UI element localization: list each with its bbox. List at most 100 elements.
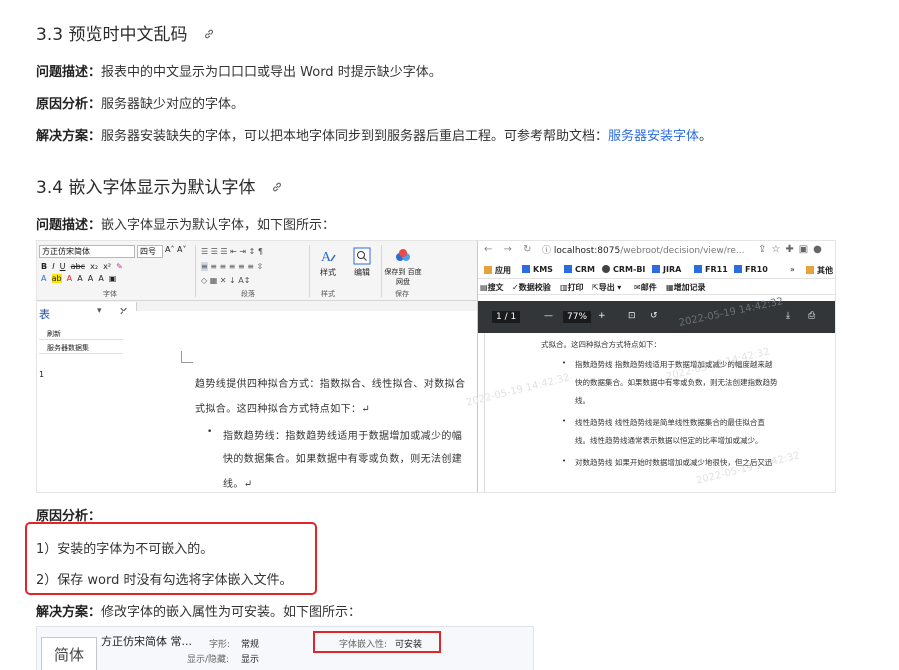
- section-3-3-cause: 原因分析：服务器缺少对应的字体。: [36, 97, 245, 112]
- search-icon: [353, 247, 371, 265]
- embedded-screenshot: 方正仿宋简体 四号 B I U abc x₂ x² ✎ A ab A A A A…: [36, 240, 836, 493]
- doc-line: 线。↵: [223, 479, 253, 490]
- font-visibility-value: 显示: [241, 655, 260, 665]
- bookmark-other[interactable]: 其他: [806, 265, 833, 276]
- toolbar-add-record[interactable]: ▦增加记录: [666, 282, 706, 293]
- toolbar-submit[interactable]: ▤搜文: [480, 282, 504, 293]
- ribbon-divider: [195, 245, 196, 297]
- bookmark-crm-bi[interactable]: CRM-BI: [602, 265, 645, 274]
- format-row-2: A ab A A A A ▣: [41, 274, 117, 283]
- font-embed-value: 可安装: [395, 640, 423, 650]
- section-3-3-title: 3.3 预览时中文乱码: [36, 20, 215, 45]
- download-icon[interactable]: ⤓: [786, 311, 790, 321]
- doc-line: 指数趋势线：指数趋势线适用于数据增加或减少的幅: [223, 431, 463, 442]
- word-window: 方正仿宋简体 四号 B I U abc x₂ x² ✎ A ab A A A A…: [37, 241, 477, 492]
- cause-item-2: 2）保存 word 时没有勾选将字体嵌入文件。: [36, 573, 293, 588]
- section-3-4-problem: 问题描述：嵌入字体显示为默认字体，如下图所示：: [36, 218, 336, 233]
- edit-button[interactable]: 编辑: [345, 247, 379, 278]
- toolbar-validate[interactable]: ✓数据校验: [512, 282, 551, 293]
- pdf-line: 线。: [575, 396, 590, 405]
- styles-button[interactable]: A 样式: [311, 247, 345, 278]
- nav-arrows-icon[interactable]: ← → ↻: [484, 244, 536, 255]
- font-style-label: 字形:: [209, 640, 231, 650]
- ribbon-divider: [309, 245, 310, 297]
- group-paragraph-label: 段落: [241, 290, 255, 298]
- cloud-icon: [396, 249, 410, 261]
- section-3-4-title: 3.4 嵌入字体显示为默认字体: [36, 173, 283, 198]
- anchor-link-icon[interactable]: [271, 178, 283, 198]
- more-bookmarks-icon[interactable]: »: [790, 265, 795, 274]
- bullet-icon: •: [207, 427, 213, 437]
- pdf-line: 线。线性趋势线通常表示数据以恒定的比率增加或减少。: [575, 436, 763, 445]
- bookmark-jira[interactable]: JIRA: [652, 265, 681, 274]
- print-icon[interactable]: ⎙: [808, 311, 815, 321]
- bullet-icon: •: [562, 417, 567, 425]
- toolbar-mail[interactable]: ✉邮件: [634, 282, 657, 293]
- bookmarks-bar: 应用 KMS CRM CRM-BI JIRA FR11 FR10 » 其他: [478, 261, 835, 279]
- browser-tools-icon[interactable]: ⇪☆✚▣●: [758, 244, 827, 255]
- para-row-2: ≡ ≡ ≡ ≡ ≡ ≡ ⇳: [201, 262, 264, 271]
- toolbar-print[interactable]: ▥打印: [560, 282, 584, 293]
- bookmark-crm[interactable]: CRM: [564, 265, 595, 274]
- grow-font-icon[interactable]: A˄ A˅: [165, 245, 187, 254]
- group-save-label: 保存: [395, 290, 409, 298]
- group-style-label: 样式: [321, 290, 335, 298]
- pdf-line: 指数趋势线 指数趋势线适用于数据增加或减少的幅度越来越: [575, 360, 773, 369]
- nav-item-refresh[interactable]: 刷新: [39, 328, 125, 340]
- cause-item-1: 1）安装的字体为不可嵌入的。: [36, 542, 214, 557]
- anchor-link-icon[interactable]: [203, 25, 215, 45]
- document-page: 趋势线提供四种拟合方式：指数拟合、线性拟合、对数拟合 式拟合。这四种拟合方式特点…: [123, 311, 477, 492]
- rotate-icon[interactable]: ↺: [650, 311, 658, 321]
- ribbon-divider: [381, 245, 382, 297]
- doc-line: 快的数据集合。如果数据中有零或负数，则无法创建: [223, 454, 463, 465]
- font-style-value: 常规: [241, 640, 260, 650]
- zoom-in-button[interactable]: +: [598, 311, 606, 321]
- nav-number: 1: [39, 370, 45, 379]
- section-3-4-solution: 解决方案：修改字体的嵌入属性为可安装。如下图所示：: [36, 605, 362, 620]
- group-font-label: 字体: [103, 290, 117, 298]
- pdf-viewer-toolbar: 1 / 1 — 77% + ⊡ ↺ 2022-05-19 14:42:32 ⤓ …: [478, 296, 835, 333]
- nav-dropdown-icon[interactable]: ▾: [97, 306, 102, 316]
- doc-line: 式拟合。这四种拟合方式特点如下：↵: [195, 404, 371, 415]
- font-install-help-link[interactable]: 服务器安装字体: [608, 129, 699, 144]
- page-margin-marker: [181, 351, 193, 363]
- bookmark-fr11[interactable]: FR11: [694, 265, 728, 274]
- font-name-select[interactable]: 方正仿宋简体: [39, 245, 135, 258]
- address-bar: ← → ↻ ⓘ localhost:8075/webroot/decision/…: [478, 241, 835, 261]
- url-field[interactable]: ⓘ localhost:8075/webroot/decision/view/r…: [542, 244, 752, 259]
- bookmark-fr10[interactable]: FR10: [734, 265, 768, 274]
- doc-line: 趋势线提供四种拟合方式：指数拟合、线性拟合、对数拟合: [195, 379, 466, 390]
- save-to-cloud-button[interactable]: 保存到 百度网盘: [383, 247, 423, 287]
- pdf-line: 线性趋势线 线性趋势线是简单线性数据集合的最佳拟合直: [575, 418, 765, 427]
- font-size-select[interactable]: 四号: [137, 245, 163, 258]
- font-properties-screenshot: 简体 方正仿宋简体 常... 字形: 常规 显示/隐藏: 显示 字体嵌入性: 可…: [36, 626, 534, 670]
- section-3-3-problem: 问题描述：报表中的中文显示为口口口或导出 Word 时提示缺少字体。: [36, 65, 442, 80]
- pdf-line: 式拟合。这四种拟合方式特点如下：: [541, 340, 661, 349]
- bookmark-kms[interactable]: KMS: [522, 265, 553, 274]
- bookmark-apps[interactable]: 应用: [484, 265, 511, 276]
- toolbar-watermark: 2022-05-19 14:42:32: [678, 296, 785, 329]
- bullet-icon: •: [562, 359, 567, 367]
- watermark: 2022-05-19 14:42:32: [695, 450, 801, 487]
- section-3-3-solution: 解决方案：服务器安装缺失的字体，可以把本地字体同步到到服务器后重启工程。可参考帮…: [36, 129, 713, 144]
- navigation-pane: 表 ▾ ✕ 刷新 服务器数据集 1: [37, 302, 137, 492]
- zoom-out-button[interactable]: —: [544, 311, 553, 321]
- font-name: 方正仿宋简体 常...: [101, 635, 192, 648]
- nav-pane-title: 表: [39, 308, 50, 321]
- fit-page-icon[interactable]: ⊡: [628, 311, 636, 321]
- font-embed-label: 字体嵌入性:: [339, 640, 388, 650]
- watermark: 2022-05-19 14:42:32: [465, 372, 571, 409]
- browser-window: ← → ↻ ⓘ localhost:8075/webroot/decision/…: [465, 241, 835, 492]
- para-row-1: ☰ ☰ ☰ ⇤ ⇥ ↕ ¶: [201, 247, 263, 256]
- toolbar-export[interactable]: ⇱导出 ▾: [592, 282, 621, 293]
- zoom-field[interactable]: 77%: [563, 311, 592, 323]
- svg-text:A: A: [321, 250, 332, 265]
- bullet-icon: •: [562, 457, 567, 465]
- pdf-line: 快的数据集合。如果数据中有零或负数，则无法创建指数趋势: [575, 378, 778, 387]
- format-row-1: B I U abc x₂ x² ✎: [41, 262, 123, 271]
- page-indicator[interactable]: 1 / 1: [492, 311, 521, 323]
- word-ribbon: 方正仿宋简体 四号 B I U abc x₂ x² ✎ A ab A A A A…: [37, 241, 477, 301]
- pdf-page: 2022-05-19 14:42:32 2022-05-19 14:42:32 …: [465, 333, 835, 492]
- nav-item-server-dataset[interactable]: 服务器数据集: [39, 342, 125, 354]
- para-row-3: ◇ ▦ ✕ ↓ A↕: [201, 276, 251, 285]
